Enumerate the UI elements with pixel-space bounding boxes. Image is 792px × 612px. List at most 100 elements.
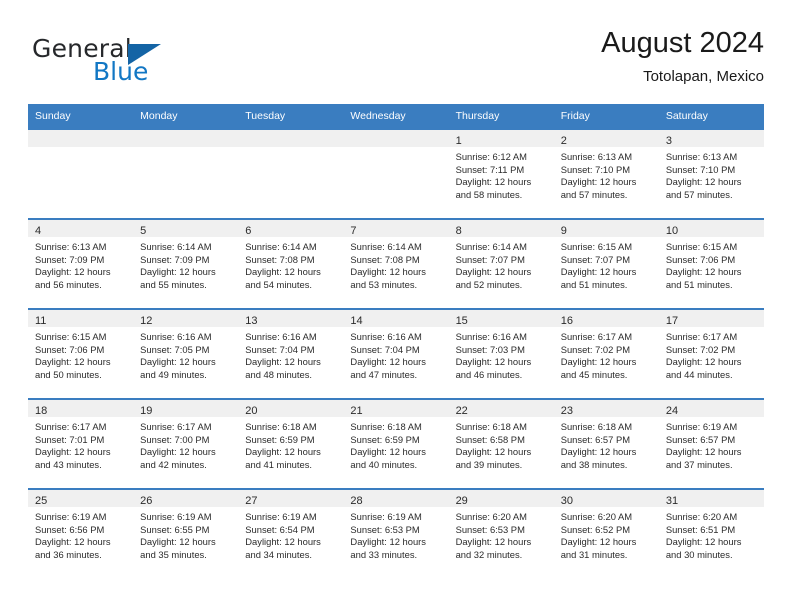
day-detail-line: Daylight: 12 hours — [665, 536, 742, 548]
day-number-bar: 7 — [343, 218, 449, 237]
calendar-day-cell[interactable]: 24 Sunrise: 6:19 AM Sunset: 6:57 PM Dayligh… — [658, 398, 764, 488]
day-number-bar: 28 — [343, 488, 449, 507]
day-detail-line: and 46 minutes. — [455, 368, 523, 380]
day-detail-text: Sunrise: 6:13 AM Sunset: 7:10 PM Daylight:… — [659, 147, 764, 201]
calendar-day-cell[interactable]: 29 Sunrise: 6:20 AM Sunset: 6:53 PM Dayligh… — [448, 488, 554, 578]
day-number-bar: 24 — [658, 398, 764, 417]
calendar-day-cell[interactable]: 1 Sunrise: 6:12 AM Sunset: 7:11 PM Daylight… — [448, 128, 554, 218]
calendar-day-cell[interactable]: 11 Sunrise: 6:15 AM Sunset: 7:06 PM Dayligh… — [28, 308, 134, 398]
day-detail-text: Sunrise: 6:14 AM Sunset: 7:08 PM Daylight:… — [343, 237, 448, 291]
calendar-day-cell[interactable]: 15 Sunrise: 6:16 AM Sunset: 7:03 PM Dayligh… — [448, 308, 554, 398]
day-detail-text — [133, 147, 238, 151]
day-detail-line: and 57 minutes. — [560, 188, 628, 200]
day-detail-line: Sunrise: 6:20 AM — [455, 511, 527, 522]
day-number: 19 — [140, 405, 153, 417]
calendar-day-cell[interactable]: 4 Sunrise: 6:13 AM Sunset: 7:09 PM Daylight… — [28, 218, 134, 308]
day-number: 3 — [665, 135, 672, 147]
calendar-day-cell[interactable]: 2 Sunrise: 6:13 AM Sunset: 7:10 PM Daylight… — [553, 128, 659, 218]
calendar-day-cell[interactable]: 6 Sunrise: 6:14 AM Sunset: 7:08 PM Daylight… — [238, 218, 344, 308]
day-number: 21 — [350, 405, 363, 417]
day-detail-line: Sunrise: 6:19 AM — [245, 511, 317, 522]
calendar-day-cell[interactable]: 9 Sunrise: 6:15 AM Sunset: 7:07 PM Daylight… — [553, 218, 659, 308]
day-detail-line: Sunset: 7:06 PM — [665, 253, 736, 265]
calendar-day-cell[interactable]: 22 Sunrise: 6:18 AM Sunset: 6:58 PM Dayligh… — [448, 398, 554, 488]
calendar-week-row: 18 Sunrise: 6:17 AM Sunset: 7:01 PM Dayligh… — [28, 398, 764, 488]
day-detail-line: Sunrise: 6:18 AM — [455, 421, 527, 432]
day-number: 6 — [245, 225, 252, 237]
calendar-day-cell[interactable]: 23 Sunrise: 6:18 AM Sunset: 6:57 PM Dayligh… — [553, 398, 659, 488]
day-detail-line: Sunset: 7:09 PM — [140, 253, 210, 265]
day-number-bar: 19 — [133, 398, 239, 417]
calendar-day-cell[interactable]: 12 Sunrise: 6:16 AM Sunset: 7:05 PM Dayligh… — [133, 308, 239, 398]
day-cell-inner: 25 Sunrise: 6:19 AM Sunset: 6:56 PM Dayligh… — [28, 488, 134, 578]
day-detail-line: Sunrise: 6:16 AM — [245, 331, 317, 342]
page-subtitle: Totolapan, Mexico — [643, 68, 764, 85]
calendar-day-cell[interactable]: 31 Sunrise: 6:20 AM Sunset: 6:51 PM Dayligh… — [658, 488, 764, 578]
day-detail-text: Sunrise: 6:16 AM Sunset: 7:04 PM Daylight:… — [238, 327, 343, 381]
calendar-day-cell[interactable]: 30 Sunrise: 6:20 AM Sunset: 6:52 PM Dayligh… — [553, 488, 659, 578]
day-number: 24 — [665, 405, 679, 417]
calendar-day-cell[interactable]: 20 Sunrise: 6:18 AM Sunset: 6:59 PM Dayligh… — [238, 398, 344, 488]
calendar-day-cell[interactable]: 17 Sunrise: 6:17 AM Sunset: 7:02 PM Dayligh… — [658, 308, 764, 398]
day-number: 9 — [560, 225, 567, 237]
calendar-empty-cell — [343, 128, 449, 218]
day-number: 27 — [245, 495, 258, 507]
day-detail-line: Sunset: 7:01 PM — [35, 433, 105, 445]
day-number-bar: 16 — [553, 308, 659, 327]
calendar-day-cell[interactable]: 26 Sunrise: 6:19 AM Sunset: 6:55 PM Dayligh… — [133, 488, 239, 578]
day-cell-inner: 27 Sunrise: 6:19 AM Sunset: 6:54 PM Dayligh… — [238, 488, 344, 578]
day-detail-line: Daylight: 12 hours — [140, 536, 216, 548]
calendar-day-cell[interactable]: 28 Sunrise: 6:19 AM Sunset: 6:53 PM Dayligh… — [343, 488, 449, 578]
calendar-day-cell[interactable]: 27 Sunrise: 6:19 AM Sunset: 6:54 PM Dayligh… — [238, 488, 344, 578]
day-detail-line: Sunset: 7:02 PM — [665, 343, 736, 355]
day-detail-line: and 34 minutes. — [245, 548, 312, 560]
day-detail-line: and 49 minutes. — [140, 368, 207, 380]
day-detail-line: and 41 minutes. — [245, 458, 312, 470]
calendar-day-cell[interactable]: 5 Sunrise: 6:14 AM Sunset: 7:09 PM Daylight… — [133, 218, 239, 308]
day-cell-inner: 20 Sunrise: 6:18 AM Sunset: 6:59 PM Dayligh… — [238, 398, 344, 488]
day-detail-line: Sunset: 7:09 PM — [35, 253, 105, 265]
day-cell-inner: 5 Sunrise: 6:14 AM Sunset: 7:09 PM Daylight… — [133, 218, 239, 308]
day-detail-text — [343, 147, 448, 151]
calendar-day-cell[interactable]: 8 Sunrise: 6:14 AM Sunset: 7:07 PM Daylight… — [448, 218, 554, 308]
day-number-bar: 9 — [553, 218, 659, 237]
day-cell-inner — [28, 128, 134, 218]
day-detail-line: Sunset: 6:58 PM — [455, 433, 525, 445]
day-number-bar: 11 — [28, 308, 134, 327]
calendar-day-cell[interactable]: 14 Sunrise: 6:16 AM Sunset: 7:04 PM Dayligh… — [343, 308, 449, 398]
calendar-page: General Blue August 2024 Totolapan, Mexi… — [0, 0, 792, 612]
day-cell-inner: 22 Sunrise: 6:18 AM Sunset: 6:58 PM Dayligh… — [448, 398, 554, 488]
brand-logo[interactable]: General Blue — [32, 34, 252, 90]
day-detail-line: Sunset: 6:51 PM — [665, 523, 736, 535]
calendar-empty-cell — [238, 128, 344, 218]
day-cell-inner — [238, 128, 344, 218]
day-number: 20 — [245, 405, 258, 417]
calendar-day-cell[interactable]: 18 Sunrise: 6:17 AM Sunset: 7:01 PM Dayligh… — [28, 398, 134, 488]
day-detail-line: Sunrise: 6:18 AM — [560, 421, 633, 432]
day-detail-line: and 54 minutes. — [245, 278, 312, 290]
calendar-day-cell[interactable]: 19 Sunrise: 6:17 AM Sunset: 7:00 PM Dayligh… — [133, 398, 239, 488]
calendar-day-cell[interactable]: 13 Sunrise: 6:16 AM Sunset: 7:04 PM Dayligh… — [238, 308, 344, 398]
day-detail-line: Sunset: 6:52 PM — [560, 523, 631, 535]
calendar-day-cell[interactable]: 7 Sunrise: 6:14 AM Sunset: 7:08 PM Daylight… — [343, 218, 449, 308]
day-detail-line: Daylight: 12 hours — [350, 356, 426, 368]
day-detail-line: Daylight: 12 hours — [35, 536, 111, 548]
day-detail-line: Sunset: 6:59 PM — [245, 433, 315, 445]
day-cell-inner: 23 Sunrise: 6:18 AM Sunset: 6:57 PM Dayligh… — [553, 398, 659, 488]
calendar-day-cell[interactable]: 16 Sunrise: 6:17 AM Sunset: 7:02 PM Dayligh… — [553, 308, 659, 398]
day-detail-line: and 45 minutes. — [560, 368, 628, 380]
calendar-day-cell[interactable]: 10 Sunrise: 6:15 AM Sunset: 7:06 PM Dayligh… — [658, 218, 764, 308]
day-number-bar: 22 — [448, 398, 554, 417]
day-detail-line: and 33 minutes. — [350, 548, 418, 560]
day-detail-line: Sunset: 7:03 PM — [455, 343, 525, 355]
calendar-day-cell[interactable]: 3 Sunrise: 6:13 AM Sunset: 7:10 PM Daylight… — [658, 128, 764, 218]
day-detail-line: Sunrise: 6:13 AM — [665, 151, 738, 162]
day-detail-line: Daylight: 12 hours — [560, 266, 637, 278]
calendar-day-cell[interactable]: 21 Sunrise: 6:18 AM Sunset: 6:59 PM Dayligh… — [343, 398, 449, 488]
day-number: 29 — [455, 495, 468, 507]
calendar-day-cell[interactable]: 25 Sunrise: 6:19 AM Sunset: 6:56 PM Dayligh… — [28, 488, 134, 578]
day-cell-inner: 19 Sunrise: 6:17 AM Sunset: 7:00 PM Dayligh… — [133, 398, 239, 488]
weekday-header-wednesday: Wednesday — [343, 104, 449, 128]
day-number-bar: 20 — [238, 398, 344, 417]
day-number-bar: 6 — [238, 218, 344, 237]
